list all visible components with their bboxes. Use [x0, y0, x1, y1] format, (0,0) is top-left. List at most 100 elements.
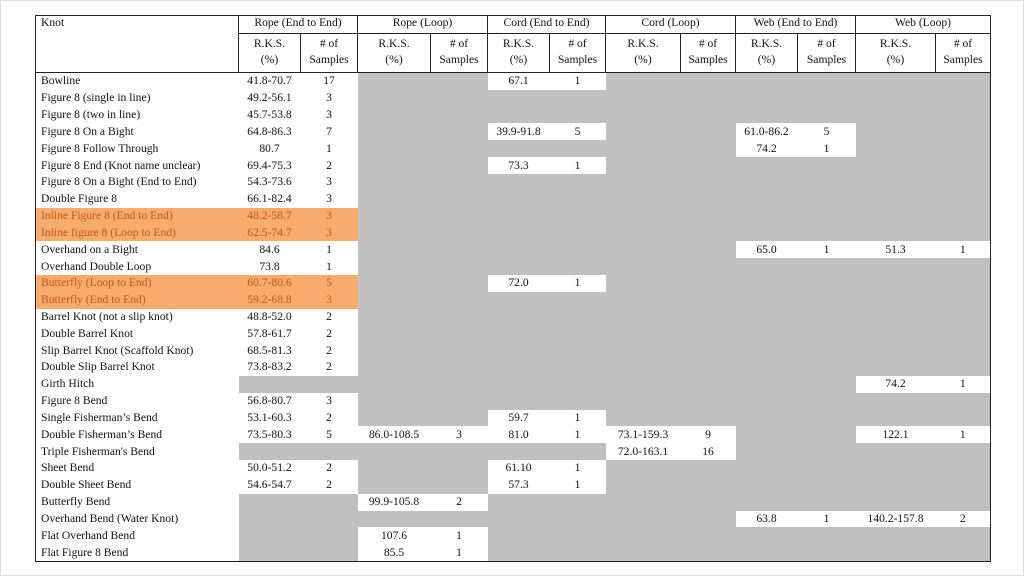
rks-cell: 39.9-91.8 — [487, 123, 550, 141]
rks-cell — [357, 106, 431, 124]
rks-cell — [357, 173, 431, 191]
knot-name: Overhand on a Bight — [35, 241, 239, 259]
rks-cell — [357, 460, 431, 477]
table-row: Butterfly Bend 99.9-105.8 2 — [35, 493, 991, 511]
samples-cell — [680, 123, 736, 141]
samples-cell — [797, 173, 856, 191]
rks-cell — [357, 157, 431, 174]
samples-cell — [430, 106, 488, 124]
rks-cell — [735, 359, 798, 376]
samples-cell — [935, 207, 991, 225]
rks-cell — [605, 375, 681, 393]
rks-subheader-line1: R.K.S. — [879, 37, 912, 50]
rks-cell — [855, 291, 936, 309]
samples-cell — [430, 207, 488, 225]
samples-cell — [549, 308, 606, 326]
samples-cell — [797, 224, 856, 242]
rks-cell — [357, 140, 431, 158]
samples-cell — [430, 342, 488, 360]
knot-name: Double Fisherman’s Bend — [35, 426, 239, 444]
rks-cell — [855, 476, 936, 494]
samples-cell — [549, 325, 606, 343]
rks-cell — [605, 123, 681, 141]
samples-cell — [680, 71, 736, 90]
knot-name: Double Sheet Bend — [35, 476, 239, 494]
samples-cell: 2 — [300, 476, 358, 494]
samples-cell: 1 — [935, 375, 991, 393]
knot-name: Barrel Knot (not a slip knot) — [35, 308, 239, 326]
rks-cell — [855, 140, 936, 158]
samples-subheader-line2: Samples — [806, 53, 847, 66]
knot-name: Sheet Bend — [35, 460, 239, 477]
rks-subheader: R.K.S. (%) — [735, 33, 798, 73]
table-row: Double Sheet Bend 54.6-54.7 2 57.3 1 — [35, 476, 991, 494]
table-row: Figure 8 Follow Through 80.7 1 74.2 1 — [35, 140, 991, 158]
samples-cell — [797, 359, 856, 376]
samples-cell — [797, 342, 856, 360]
samples-cell — [300, 527, 358, 545]
rks-cell — [855, 308, 936, 326]
samples-cell: 1 — [549, 274, 606, 292]
samples-cell — [935, 106, 991, 124]
knot-name: Figure 8 On a Bight (End to End) — [35, 173, 239, 191]
samples-cell: 1 — [797, 241, 856, 259]
table-row: Double Figure 8 66.1-82.4 3 — [35, 190, 991, 208]
rks-cell — [605, 544, 681, 562]
rks-cell — [735, 426, 798, 444]
samples-cell — [300, 510, 358, 528]
samples-cell — [935, 89, 991, 107]
samples-cell — [430, 71, 488, 90]
rks-cell — [487, 342, 550, 360]
knot-name: Flat Overhand Bend — [35, 527, 239, 545]
knot-name: Inline figure 8 (Loop to End) — [35, 224, 239, 242]
samples-cell: 3 — [300, 291, 358, 309]
rks-cell — [605, 493, 681, 511]
samples-cell: 2 — [300, 308, 358, 326]
samples-cell — [549, 510, 606, 528]
rks-subheader-line1: R.K.S. — [378, 37, 410, 50]
rks-cell: 60.7-80.6 — [238, 274, 301, 292]
samples-cell: 2 — [300, 157, 358, 174]
rks-cell: 67.1 — [487, 71, 550, 90]
rks-cell — [855, 224, 936, 242]
samples-subheader: # of Samples — [797, 33, 856, 73]
rks-cell: 74.2 — [855, 375, 936, 393]
rks-cell — [855, 544, 936, 562]
samples-cell — [549, 224, 606, 242]
rks-cell — [855, 460, 936, 477]
samples-cell — [680, 325, 736, 343]
samples-cell — [430, 392, 488, 410]
samples-cell — [935, 476, 991, 494]
rks-subheader-line1: R.K.S. — [627, 37, 659, 50]
rks-cell — [855, 157, 936, 174]
rks-cell — [735, 392, 798, 410]
rks-cell — [855, 190, 936, 208]
samples-cell: 16 — [680, 443, 736, 461]
rks-cell: 54.6-54.7 — [238, 476, 301, 494]
samples-cell — [430, 157, 488, 174]
rks-cell: 65.0 — [735, 241, 798, 259]
rks-cell — [855, 409, 936, 427]
table-row: Figure 8 On a Bight 64.8-86.3 7 39.9-91.8 5 6… — [35, 123, 991, 141]
rks-cell: 61.0-86.2 — [735, 123, 798, 141]
table-row: Bowline 41.8-70.7 17 67.1 1 — [35, 71, 991, 90]
samples-cell — [680, 493, 736, 511]
samples-cell — [549, 241, 606, 259]
samples-cell — [549, 89, 606, 107]
samples-cell — [680, 106, 736, 124]
samples-cell: 7 — [300, 123, 358, 141]
rks-cell: 73.5-80.3 — [238, 426, 301, 444]
samples-cell: 3 — [300, 224, 358, 242]
samples-cell — [797, 527, 856, 545]
rks-cell — [605, 476, 681, 494]
samples-cell — [430, 190, 488, 208]
knot-name: Figure 8 End (Knot name unclear) — [35, 157, 239, 174]
rks-cell — [735, 527, 798, 545]
samples-cell — [680, 527, 736, 545]
samples-cell — [549, 106, 606, 124]
rks-cell — [357, 258, 431, 275]
samples-cell — [680, 258, 736, 275]
samples-subheader-line1: # of — [449, 37, 469, 50]
table-row: Overhand Bend (Water Knot) 63.8 1 140.2-157… — [35, 510, 991, 528]
samples-cell — [430, 89, 488, 107]
